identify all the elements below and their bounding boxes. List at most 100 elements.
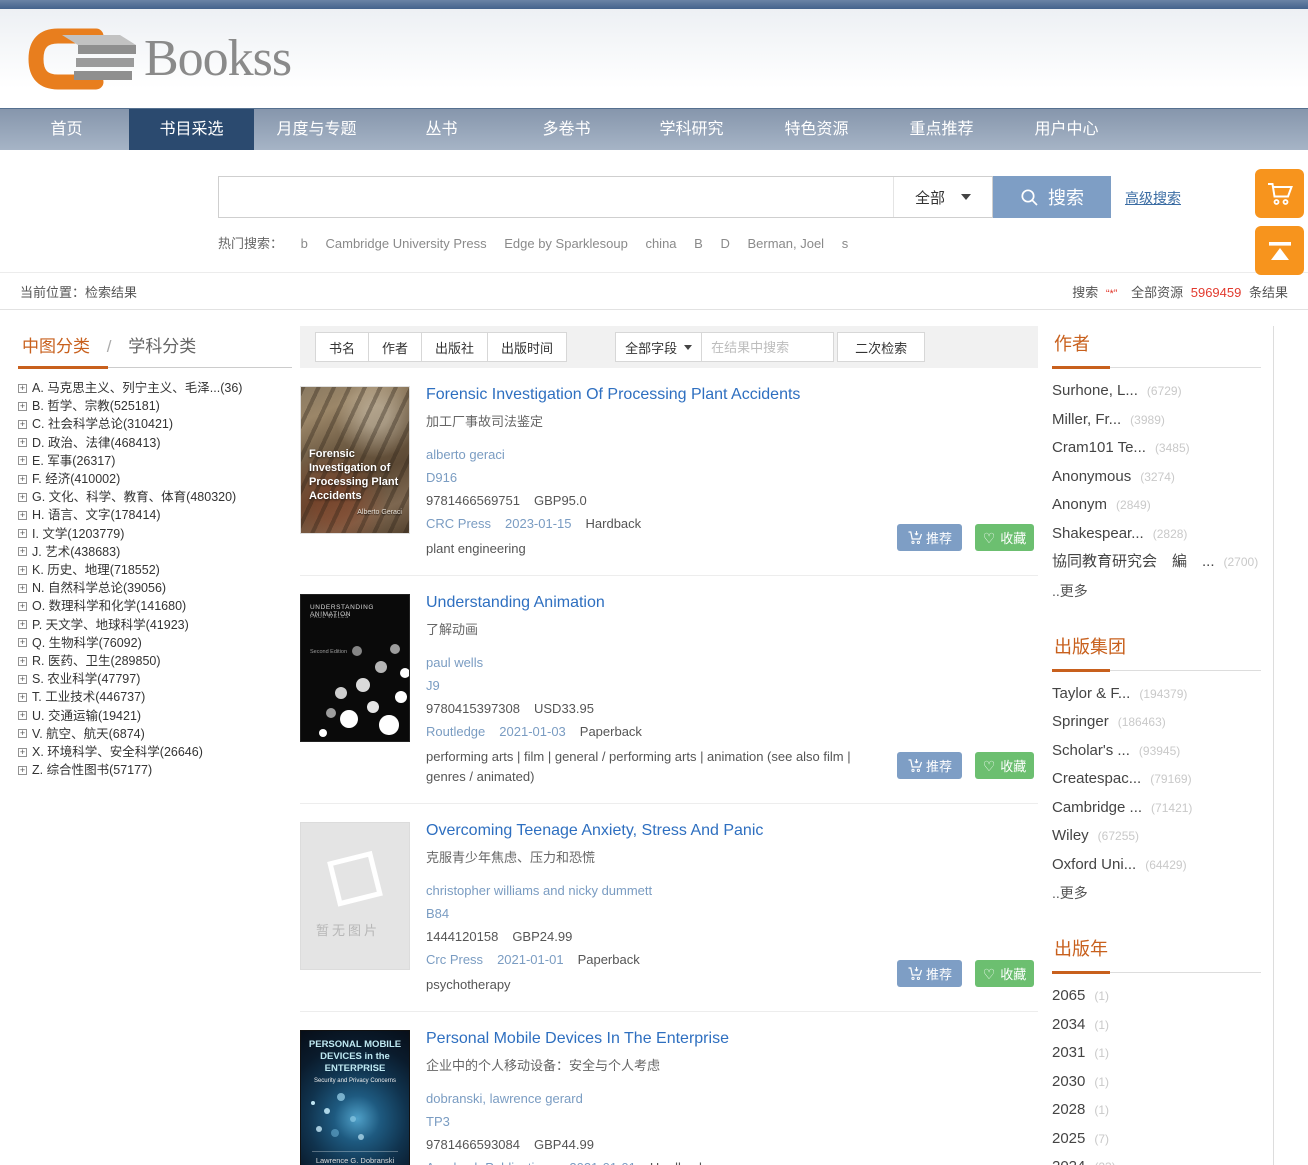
category-item[interactable]: R. 医药、卫生(289850) — [18, 652, 292, 670]
book-cover-placeholder[interactable]: 暂无图片 — [300, 822, 410, 970]
search-scope-select[interactable]: 全部 — [893, 177, 992, 217]
expand-plus-icon[interactable] — [18, 748, 27, 757]
year-facet-item[interactable]: 2065(1) — [1052, 982, 1261, 1011]
expand-plus-icon[interactable] — [18, 511, 27, 520]
book-class-code-link[interactable]: TP3 — [426, 1114, 450, 1129]
category-item[interactable]: I. 文学(1203779) — [18, 525, 292, 543]
site-logo[interactable]: Bookss — [24, 23, 291, 95]
hot-term[interactable]: D — [720, 236, 729, 251]
category-item[interactable]: C. 社会科学总论(310421) — [18, 415, 292, 433]
category-item[interactable]: T. 工业技术(446737) — [18, 688, 292, 706]
publisher-facet-item[interactable]: Scholar's ...(93945) — [1052, 737, 1261, 766]
category-item[interactable]: Z. 综合性图书(57177) — [18, 761, 292, 779]
book-publisher-link[interactable]: CRC Press — [426, 516, 491, 531]
nav-item-user-center[interactable]: 用户中心 — [1004, 109, 1129, 150]
book-cover[interactable]: PERSONAL MOBILE DEVICES in the ENTERPRIS… — [300, 1030, 410, 1165]
nav-item-subject-research[interactable]: 学科研究 — [629, 109, 754, 150]
publishers-more-link[interactable]: ..更多 — [1052, 879, 1261, 907]
year-facet-item[interactable]: 2025(7) — [1052, 1125, 1261, 1154]
book-publisher-link[interactable]: Routledge — [426, 724, 485, 739]
nav-item-home[interactable]: 首页 — [4, 109, 129, 150]
book-title-link[interactable]: Forensic Investigation Of Processing Pla… — [426, 386, 1038, 404]
publisher-facet-item[interactable]: Taylor & F...(194379) — [1052, 680, 1261, 709]
search-button[interactable]: 搜索 — [993, 176, 1111, 218]
authors-more-link[interactable]: ..更多 — [1052, 577, 1261, 605]
refine-search-input[interactable] — [702, 332, 834, 362]
book-class-code-link[interactable]: B84 — [426, 906, 449, 921]
expand-plus-icon[interactable] — [18, 657, 27, 666]
expand-plus-icon[interactable] — [18, 675, 27, 684]
hot-term[interactable]: Berman, Joel — [747, 236, 824, 251]
sort-by-publisher-button[interactable]: 出版社 — [421, 332, 488, 362]
category-item[interactable]: Q. 生物科学(76092) — [18, 634, 292, 652]
nav-item-book-selection[interactable]: 书目采选 — [129, 109, 254, 150]
expand-plus-icon[interactable] — [18, 620, 27, 629]
expand-plus-icon[interactable] — [18, 547, 27, 556]
nav-item-multivolume[interactable]: 多卷书 — [504, 109, 629, 150]
category-item[interactable]: D. 政治、法律(468413) — [18, 434, 292, 452]
author-facet-item[interactable]: Cram101 Te...(3485) — [1052, 434, 1261, 463]
publisher-facet-item[interactable]: Springer(186463) — [1052, 708, 1261, 737]
recommend-button[interactable]: 推荐 — [897, 752, 962, 779]
book-publisher-link[interactable]: Auerbach Publications — [426, 1160, 555, 1165]
book-author-link[interactable]: paul wells — [426, 655, 483, 670]
book-publisher-link[interactable]: Crc Press — [426, 952, 483, 967]
expand-plus-icon[interactable] — [18, 693, 27, 702]
nav-item-featured-resources[interactable]: 特色资源 — [754, 109, 879, 150]
category-item[interactable]: S. 农业科学(47797) — [18, 670, 292, 688]
category-item[interactable]: V. 航空、航天(6874) — [18, 725, 292, 743]
recommend-button[interactable]: 推荐 — [897, 960, 962, 987]
hot-term[interactable]: china — [645, 236, 676, 251]
book-title-link[interactable]: Overcoming Teenage Anxiety, Stress And P… — [426, 822, 1038, 840]
cart-button[interactable] — [1255, 169, 1304, 218]
expand-plus-icon[interactable] — [18, 711, 27, 720]
category-item[interactable]: N. 自然科学总论(39056) — [18, 579, 292, 597]
publisher-facet-item[interactable]: Oxford Uni...(64429) — [1052, 851, 1261, 880]
sort-by-author-button[interactable]: 作者 — [368, 332, 422, 362]
sort-by-title-button[interactable]: 书名 — [315, 332, 369, 362]
year-facet-item[interactable]: 2024(23) — [1052, 1153, 1261, 1165]
category-item[interactable]: F. 经济(410002) — [18, 470, 292, 488]
author-facet-item[interactable]: Surhone, L...(6729) — [1052, 377, 1261, 406]
nav-item-monthly-topics[interactable]: 月度与专题 — [254, 109, 379, 150]
search-input[interactable] — [219, 177, 893, 217]
secondary-search-button[interactable]: 二次检索 — [837, 332, 925, 362]
category-item[interactable]: E. 军事(26317) — [18, 452, 292, 470]
book-author-link[interactable]: alberto geraci — [426, 447, 505, 462]
field-select[interactable]: 全部字段 — [615, 332, 702, 362]
expand-plus-icon[interactable] — [18, 384, 27, 393]
hot-term[interactable]: Edge by Sparklesoup — [504, 236, 628, 251]
hot-term[interactable]: b — [301, 236, 308, 251]
advanced-search-link[interactable]: 高级搜索 — [1125, 188, 1181, 208]
favorite-button[interactable]: ♡ 收藏 — [975, 960, 1034, 987]
category-item[interactable]: K. 历史、地理(718552) — [18, 561, 292, 579]
category-item[interactable]: X. 环境科学、安全科学(26646) — [18, 743, 292, 761]
favorite-button[interactable]: ♡ 收藏 — [975, 524, 1034, 551]
expand-plus-icon[interactable] — [18, 438, 27, 447]
year-facet-item[interactable]: 2030(1) — [1052, 1068, 1261, 1097]
category-item[interactable]: U. 交通运输(19421) — [18, 707, 292, 725]
expand-plus-icon[interactable] — [18, 475, 27, 484]
category-item[interactable]: A. 马克思主义、列宁主义、毛泽...(36) — [18, 379, 292, 397]
expand-plus-icon[interactable] — [18, 729, 27, 738]
author-facet-item[interactable]: Miller, Fr...(3989) — [1052, 406, 1261, 435]
expand-plus-icon[interactable] — [18, 602, 27, 611]
book-cover[interactable]: UNDERSTANDING ANIMATION PAUL WELLS Secon… — [300, 594, 410, 742]
expand-plus-icon[interactable] — [18, 493, 27, 502]
publisher-facet-item[interactable]: Cambridge ...(71421) — [1052, 794, 1261, 823]
year-facet-item[interactable]: 2034(1) — [1052, 1011, 1261, 1040]
hot-term[interactable]: s — [842, 236, 849, 251]
nav-item-series[interactable]: 丛书 — [379, 109, 504, 150]
publisher-facet-item[interactable]: Createspac...(79169) — [1052, 765, 1261, 794]
book-author-link[interactable]: dobranski, lawrence gerard — [426, 1091, 583, 1106]
year-facet-item[interactable]: 2031(1) — [1052, 1039, 1261, 1068]
author-facet-item[interactable]: Anonymous(3274) — [1052, 463, 1261, 492]
category-item[interactable]: O. 数理科学和化学(141680) — [18, 597, 292, 615]
expand-plus-icon[interactable] — [18, 529, 27, 538]
book-author-link[interactable]: christopher williams and nicky dummett — [426, 883, 652, 898]
author-facet-item[interactable]: 協同教育研究会 編 ...(2700) — [1052, 548, 1261, 577]
hot-term[interactable]: B — [694, 236, 703, 251]
tab-clc-classification[interactable]: 中图分类 — [22, 337, 90, 356]
author-facet-item[interactable]: Anonym(2849) — [1052, 491, 1261, 520]
book-class-code-link[interactable]: D916 — [426, 470, 457, 485]
